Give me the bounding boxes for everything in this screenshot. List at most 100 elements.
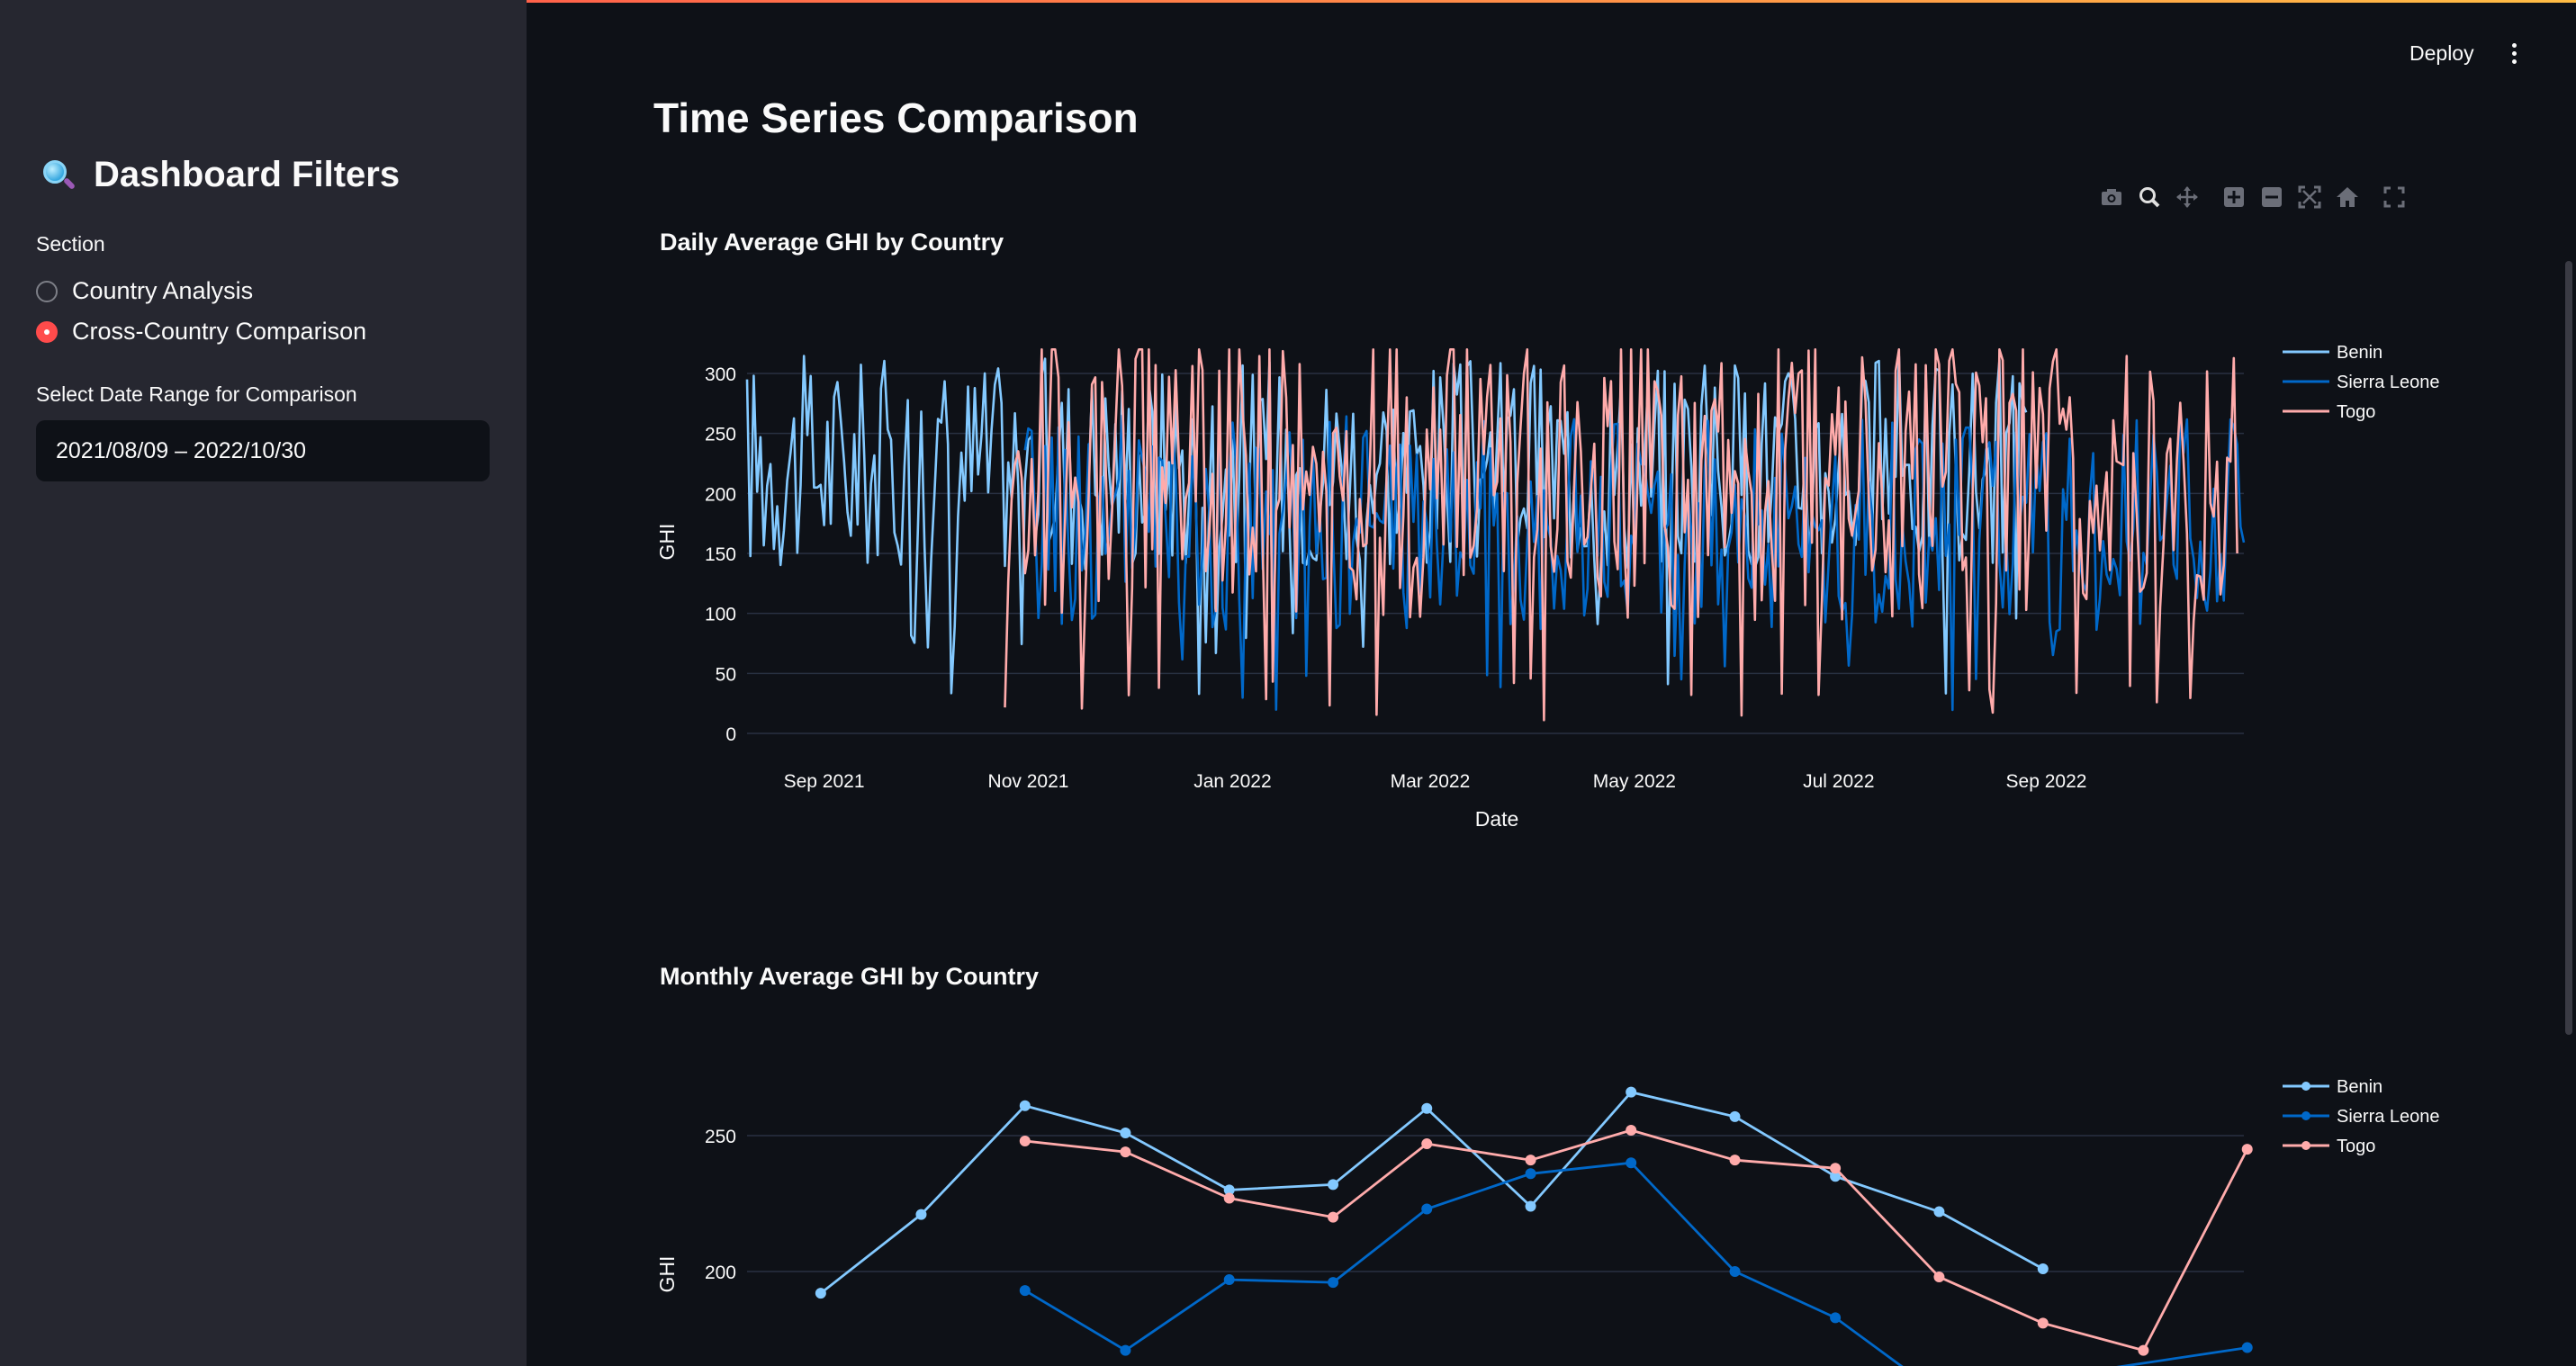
chart-xlabel-daily: Date: [1475, 807, 1519, 831]
date-range-input[interactable]: 2021/08/09 – 2022/10/30: [36, 420, 490, 481]
more-options-icon[interactable]: [2512, 43, 2519, 67]
pan-icon[interactable]: [2175, 185, 2200, 211]
x-tick-label: May 2022: [1593, 771, 1676, 792]
data-point-sierra-leone: [1729, 1266, 1741, 1277]
data-point-togo: [2138, 1344, 2149, 1356]
page-title: Time Series Comparison: [653, 94, 1139, 141]
radio-label: Country Analysis: [72, 277, 254, 304]
x-tick-label: Jan 2022: [1193, 771, 1271, 792]
radio-button-selected-icon[interactable]: [36, 320, 58, 343]
data-point-togo: [1729, 1155, 1741, 1166]
data-point-sierra-leone: [1830, 1312, 1842, 1324]
radio-cross-country-comparison[interactable]: Cross-Country Comparison: [36, 318, 366, 346]
series-line-togo: [1024, 1128, 2248, 1353]
monthly-series: [815, 1086, 2253, 1366]
home-icon[interactable]: [2335, 185, 2360, 211]
autoscale-icon[interactable]: [2297, 185, 2322, 211]
legend-label: Togo: [2337, 1137, 2375, 1156]
monthly-legend[interactable]: Benin Sierra Leone Togo: [2283, 1077, 2440, 1156]
y-tick-label: 150: [705, 544, 736, 565]
y-tick-label: 50: [716, 664, 736, 685]
data-point-benin: [1729, 1110, 1741, 1122]
main-scrollbar[interactable]: [2565, 261, 2572, 1035]
data-point-benin: [1626, 1086, 1637, 1098]
series-line-togo: [1004, 347, 2238, 722]
magnifying-glass-icon: [41, 158, 77, 193]
data-point-benin: [1830, 1171, 1842, 1182]
data-point-sierra-leone: [2241, 1342, 2253, 1353]
deploy-button[interactable]: Deploy: [2409, 41, 2474, 66]
chart-title-daily: Daily Average GHI by Country: [660, 229, 1004, 256]
date-range-label: Select Date Range for Comparison: [36, 382, 357, 406]
data-point-benin: [915, 1209, 927, 1220]
legend-marker: [2301, 1082, 2310, 1091]
data-point-togo: [1525, 1155, 1536, 1166]
data-point-togo: [1421, 1138, 1433, 1150]
series-line-benin: [819, 1091, 2044, 1295]
data-point-togo: [1626, 1124, 1637, 1136]
x-tick-label: Mar 2022: [1391, 771, 1471, 792]
sidebar-title-text: Dashboard Filters: [94, 155, 401, 194]
y-tick-label: 100: [705, 605, 736, 625]
data-point-togo: [1328, 1211, 1339, 1223]
legend-marker: [2301, 1141, 2310, 1150]
camera-icon[interactable]: [2099, 185, 2124, 211]
sidebar-title: Dashboard Filters: [41, 155, 400, 195]
y-tick-label: 300: [705, 364, 736, 385]
chart-ylabel-daily: GHI: [655, 524, 679, 561]
zoom-in-icon[interactable]: [2221, 185, 2247, 211]
radio-country-analysis[interactable]: Country Analysis: [36, 277, 253, 305]
legend-label: Sierra Leone: [2337, 373, 2440, 392]
data-point-benin: [815, 1288, 826, 1299]
data-point-benin: [1933, 1206, 1945, 1218]
data-point-togo: [1223, 1192, 1235, 1204]
data-point-togo: [1933, 1272, 1945, 1283]
data-point-sierra-leone: [1019, 1285, 1031, 1297]
x-tick-label: Sep 2022: [2006, 771, 2087, 792]
series-line-benin: [745, 355, 2028, 696]
legend-label: Benin: [2337, 1077, 2382, 1097]
data-point-togo: [1120, 1146, 1131, 1158]
x-tick-label: Nov 2021: [988, 771, 1069, 792]
data-point-togo: [1830, 1163, 1842, 1174]
data-point-togo: [1019, 1136, 1031, 1147]
y-tick-label: 250: [705, 1127, 736, 1147]
data-point-benin: [2037, 1263, 2049, 1274]
data-point-benin: [1421, 1102, 1433, 1114]
zoom-out-icon[interactable]: [2259, 185, 2284, 211]
chart-ylabel-monthly: GHI: [655, 1256, 679, 1293]
legend-label: Benin: [2337, 343, 2382, 363]
chart-modebar: [2099, 185, 2407, 211]
zoom-icon[interactable]: [2137, 185, 2162, 211]
data-point-togo: [2241, 1144, 2253, 1155]
data-point-benin: [1120, 1127, 1131, 1138]
data-point-sierra-leone: [1626, 1157, 1637, 1169]
data-point-sierra-leone: [1120, 1344, 1131, 1356]
series-line-sierra-leone: [1024, 1161, 2247, 1366]
legend-label: Togo: [2337, 402, 2375, 422]
daily-grid: 0 50 100 150 200 250 300 Sep 2021 Nov 2021 Jan 20…: [705, 364, 2244, 792]
daily-legend[interactable]: Benin Sierra Leone Togo: [2283, 343, 2440, 422]
fullscreen-icon[interactable]: [2382, 185, 2407, 211]
data-point-sierra-leone: [1223, 1274, 1235, 1286]
section-label: Section: [36, 232, 105, 256]
radio-label: Cross-Country Comparison: [72, 318, 367, 345]
x-tick-label: Sep 2021: [784, 771, 865, 792]
legend-label: Sierra Leone: [2337, 1107, 2440, 1127]
data-point-benin: [1328, 1179, 1339, 1191]
data-point-sierra-leone: [1525, 1168, 1536, 1180]
radio-button-icon[interactable]: [36, 280, 58, 302]
y-tick-label: 0: [725, 724, 736, 745]
legend-marker: [2301, 1111, 2310, 1120]
data-point-sierra-leone: [1328, 1277, 1339, 1289]
daily-series: [745, 347, 2246, 722]
x-tick-label: Jul 2022: [1803, 771, 1874, 792]
series-line-sierra-leone: [1023, 414, 2246, 712]
sidebar: Dashboard Filters Section Country Analys…: [0, 0, 527, 1366]
data-point-benin: [1525, 1200, 1536, 1212]
monthly-grid: 200 250: [705, 1127, 2244, 1283]
y-tick-label: 250: [705, 425, 736, 445]
y-tick-label: 200: [705, 1263, 736, 1283]
chart-title-monthly: Monthly Average GHI by Country: [660, 963, 1039, 990]
data-point-sierra-leone: [1421, 1203, 1433, 1215]
